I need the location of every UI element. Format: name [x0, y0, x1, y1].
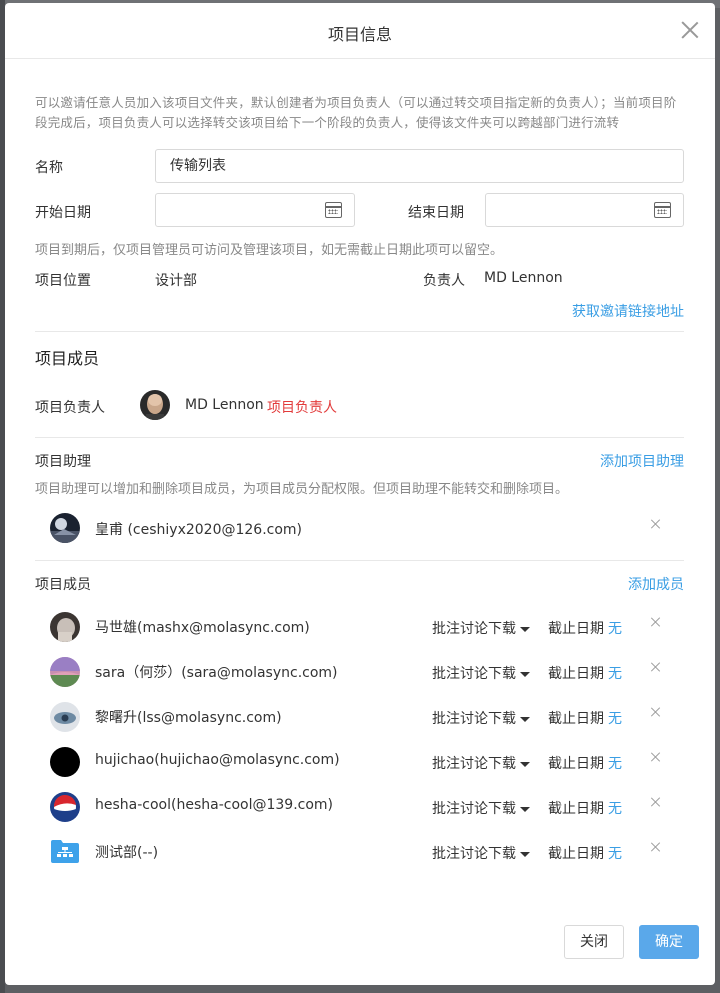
deadline-label: 截止日期: [548, 621, 604, 637]
add-assistant-link[interactable]: 添加项目助理: [600, 451, 684, 471]
permission-dropdown[interactable]: 批注讨论下载: [432, 798, 530, 818]
owner-tag: 项目负责人: [267, 400, 337, 416]
deadline-label: 截止日期: [548, 756, 604, 772]
deadline-label: 截止日期: [548, 801, 604, 817]
permission-dropdown[interactable]: 批注讨论下载: [432, 618, 530, 638]
permission-label: 批注讨论下载: [432, 621, 516, 637]
permission-dropdown[interactable]: 批注讨论下载: [432, 663, 530, 683]
project-info-dialog: 项目信息 可以邀请任意人员加入该项目文件夹，默认创建者为项目负责人（可以通过转交…: [5, 3, 715, 985]
deadline: 截止日期无: [548, 618, 622, 638]
avatar: [140, 390, 170, 420]
end-date-input[interactable]: [485, 193, 684, 227]
member-name: 黎曙升(lss@molasync.com): [95, 710, 282, 726]
avatar: [50, 747, 80, 777]
divider: [35, 560, 684, 561]
permission-label: 批注讨论下载: [432, 666, 516, 682]
members-list-title: 项目成员: [35, 577, 91, 593]
permission-dropdown[interactable]: 批注讨论下载: [432, 708, 530, 728]
calendar-icon[interactable]: [654, 202, 671, 218]
deadline: 截止日期无: [548, 663, 622, 683]
close-button[interactable]: 关闭: [564, 925, 624, 959]
permission-label: 批注讨论下载: [432, 756, 516, 772]
invite-link[interactable]: 获取邀请链接地址: [572, 301, 684, 321]
name-label: 名称: [35, 160, 63, 176]
intro-text: 可以邀请任意人员加入该项目文件夹，默认创建者为项目负责人（可以通过转交项目指定新…: [35, 95, 677, 130]
remove-icon[interactable]: [650, 617, 660, 627]
dialog-body: 可以邀请任意人员加入该项目文件夹，默认创建者为项目负责人（可以通过转交项目指定新…: [35, 59, 684, 133]
member-name: 马世雄(mashx@molasync.com): [95, 620, 310, 636]
remove-icon[interactable]: [650, 707, 660, 717]
owner-value: MD Lennon: [484, 270, 563, 286]
deadline-value-link[interactable]: 无: [608, 666, 622, 682]
permission-dropdown[interactable]: 批注讨论下载: [432, 753, 530, 773]
avatar: [50, 657, 80, 687]
remove-icon[interactable]: [650, 797, 660, 807]
permission-label: 批注讨论下载: [432, 846, 516, 862]
deadline-value-link[interactable]: 无: [608, 621, 622, 637]
caret-down-icon: [520, 716, 530, 722]
location-value: 设计部: [155, 273, 197, 289]
deadline-label: 截止日期: [548, 711, 604, 727]
remove-icon[interactable]: [650, 752, 660, 762]
deadline-label: 截止日期: [548, 846, 604, 862]
caret-down-icon: [520, 761, 530, 767]
member-name: hesha-cool(hesha-cool@139.com): [95, 797, 333, 813]
divider: [35, 331, 684, 332]
deadline-value-link[interactable]: 无: [608, 711, 622, 727]
avatar: [50, 612, 80, 642]
permission-label: 批注讨论下载: [432, 711, 516, 727]
remove-icon[interactable]: [650, 662, 660, 672]
owner-label: 负责人: [423, 273, 465, 289]
deadline-value-link[interactable]: 无: [608, 756, 622, 772]
calendar-icon[interactable]: [325, 202, 342, 218]
deadline: 截止日期无: [548, 753, 622, 773]
remove-icon[interactable]: [650, 842, 660, 852]
caret-down-icon: [520, 671, 530, 677]
member-name: 测试部(--): [95, 845, 159, 861]
name-input[interactable]: 传输列表: [155, 149, 684, 183]
caret-down-icon: [520, 626, 530, 632]
assistant-name: 皇甫 (ceshiyx2020@126.com): [95, 522, 303, 538]
permission-dropdown[interactable]: 批注讨论下载: [432, 843, 530, 863]
deadline-label: 截止日期: [548, 666, 604, 682]
member-name: sara（何莎）(sara@molasync.com): [95, 665, 338, 681]
deadline-value-link[interactable]: 无: [608, 846, 622, 862]
caret-down-icon: [520, 851, 530, 857]
assistants-title: 项目助理: [35, 454, 91, 470]
avatar: [50, 702, 80, 732]
deadline: 截止日期无: [548, 843, 622, 863]
assistants-hint: 项目助理可以增加和删除项目成员，为项目成员分配权限。但项目助理不能转交和删除项目…: [35, 482, 569, 497]
member-name: hujichao(hujichao@molasync.com): [95, 752, 340, 768]
divider: [35, 437, 684, 438]
start-date-label: 开始日期: [35, 205, 91, 221]
permission-label: 批注讨论下载: [432, 801, 516, 817]
location-label: 项目位置: [35, 273, 91, 289]
deadline: 截止日期无: [548, 708, 622, 728]
members-section-title: 项目成员: [35, 349, 100, 368]
start-date-input[interactable]: [155, 193, 355, 227]
deadline-value-link[interactable]: 无: [608, 801, 622, 817]
end-date-label: 结束日期: [408, 205, 464, 221]
remove-icon[interactable]: [650, 519, 660, 529]
close-icon[interactable]: [679, 19, 701, 41]
add-member-link[interactable]: 添加成员: [628, 574, 684, 594]
date-hint: 项目到期后，仅项目管理员可访问及管理该项目，如无需截止日期此项可以留空。: [35, 243, 504, 258]
caret-down-icon: [520, 806, 530, 812]
confirm-button[interactable]: 确定: [639, 925, 699, 959]
avatar: [50, 513, 80, 543]
owner-row-label: 项目负责人: [35, 400, 105, 416]
deadline: 截止日期无: [548, 798, 622, 818]
avatar: [50, 792, 80, 822]
owner-name: MD Lennon: [185, 397, 264, 413]
department-folder-icon: [50, 838, 80, 864]
dialog-header: 项目信息: [5, 3, 715, 59]
dialog-title: 项目信息: [327, 25, 392, 44]
